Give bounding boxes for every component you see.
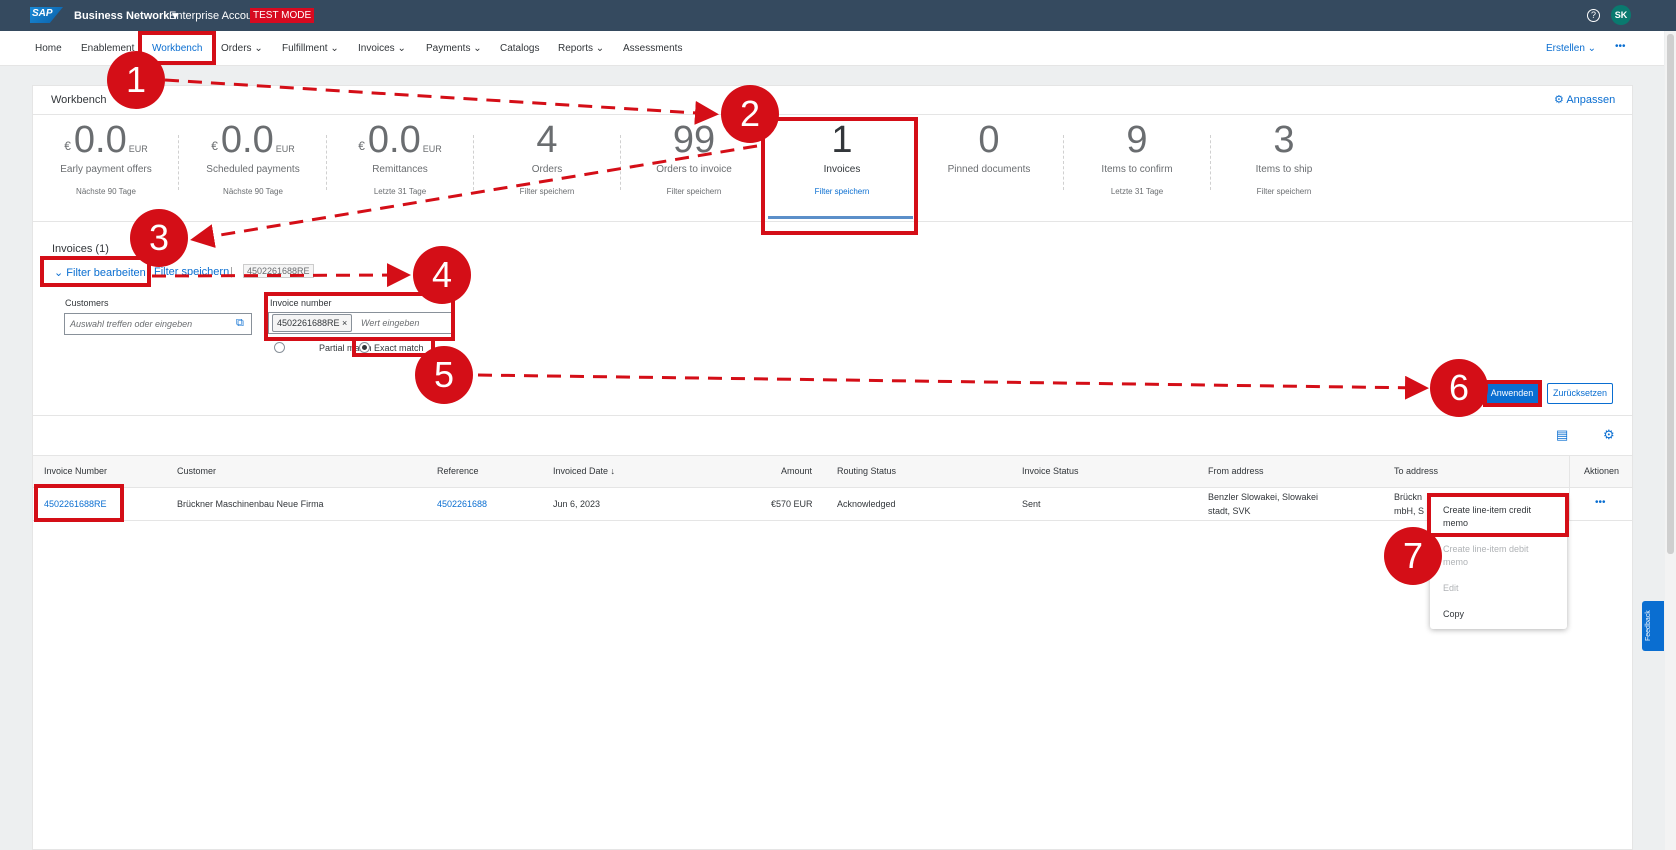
step-2-badge: 2 — [721, 85, 779, 143]
step-4-badge: 4 — [413, 246, 471, 304]
arrow-2-to-3 — [190, 144, 758, 248]
arrow-5-to-6 — [477, 373, 1429, 400]
arrow-3-to-4 — [151, 263, 411, 288]
annotation-arrows — [151, 78, 1429, 400]
step-7-badge: 7 — [1384, 527, 1442, 585]
step-3-badge: 3 — [130, 209, 188, 267]
step-5-badge: 5 — [415, 346, 473, 404]
step-1-badge: 1 — [107, 51, 165, 109]
step-6-badge: 6 — [1430, 359, 1488, 417]
arrow-1-to-2 — [164, 78, 719, 125]
